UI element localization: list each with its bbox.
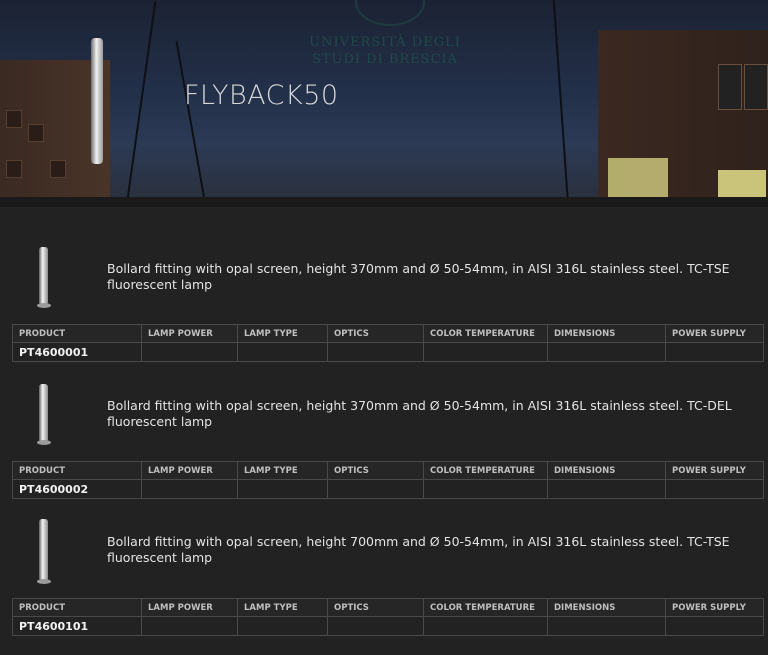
lamp-power-cell xyxy=(141,616,238,636)
lamp-type-cell xyxy=(237,616,328,636)
header-product: PRODUCT xyxy=(12,598,142,617)
lamp-type-cell xyxy=(237,479,328,499)
header-lamp-power: LAMP POWER xyxy=(141,598,238,617)
spec-table: PRODUCT LAMP POWER LAMP TYPE OPTICS COLO… xyxy=(12,598,764,636)
header-color-temperature: COLOR TEMPERATURE xyxy=(423,598,548,617)
product-thumbnail[interactable] xyxy=(12,244,79,314)
color-temperature-cell xyxy=(423,616,548,636)
university-seal xyxy=(355,0,425,26)
lamp-type-cell xyxy=(237,342,328,362)
header-lamp-type: LAMP TYPE xyxy=(237,461,328,480)
header-power-supply: POWER SUPPLY xyxy=(665,598,764,617)
header-product: PRODUCT xyxy=(12,324,142,343)
optics-cell xyxy=(327,616,424,636)
header-dimensions: DIMENSIONS xyxy=(547,324,666,343)
product-code[interactable]: PT4600001 xyxy=(12,342,142,362)
header-optics: OPTICS xyxy=(327,461,424,480)
product-description: Bollard fitting with opal screen, height… xyxy=(107,261,730,292)
product-code[interactable]: PT4600101 xyxy=(12,616,142,636)
hero-bollard-lamp xyxy=(91,38,103,164)
dimensions-cell xyxy=(547,479,666,499)
power-supply-cell xyxy=(665,342,764,362)
header-optics: OPTICS xyxy=(327,324,424,343)
header-lamp-type: LAMP TYPE xyxy=(237,598,328,617)
header-lamp-power: LAMP POWER xyxy=(141,324,238,343)
product-description: Bollard fitting with opal screen, height… xyxy=(107,534,730,565)
header-power-supply: POWER SUPPLY xyxy=(665,461,764,480)
table-row: PT4600001 xyxy=(12,342,764,362)
optics-cell xyxy=(327,479,424,499)
color-temperature-cell xyxy=(423,479,548,499)
header-color-temperature: COLOR TEMPERATURE xyxy=(423,461,548,480)
power-supply-cell xyxy=(665,479,764,499)
header-lamp-power: LAMP POWER xyxy=(141,461,238,480)
header-optics: OPTICS xyxy=(327,598,424,617)
lamp-power-cell xyxy=(141,342,238,362)
header-product: PRODUCT xyxy=(12,461,142,480)
header-dimensions: DIMENSIONS xyxy=(547,598,666,617)
dimensions-cell xyxy=(547,342,666,362)
product-thumbnail[interactable] xyxy=(12,381,79,451)
hero-banner: UNIVERSITÀ DEGLI STUDI DI BRESCIA FLYBAC… xyxy=(0,0,768,207)
optics-cell xyxy=(327,342,424,362)
dimensions-cell xyxy=(547,616,666,636)
product-code[interactable]: PT4600002 xyxy=(12,479,142,499)
power-supply-cell xyxy=(665,616,764,636)
header-color-temperature: COLOR TEMPERATURE xyxy=(423,324,548,343)
product-thumbnail[interactable] xyxy=(12,518,79,588)
header-lamp-type: LAMP TYPE xyxy=(237,324,328,343)
table-row: PT4600002 xyxy=(12,479,764,499)
product-description: Bollard fitting with opal screen, height… xyxy=(107,398,732,429)
spec-table: PRODUCT LAMP POWER LAMP TYPE OPTICS COLO… xyxy=(12,461,764,499)
header-dimensions: DIMENSIONS xyxy=(547,461,666,480)
building-right xyxy=(598,30,768,207)
header-power-supply: POWER SUPPLY xyxy=(665,324,764,343)
lamp-power-cell xyxy=(141,479,238,499)
page-title: FLYBACK50 xyxy=(184,80,339,111)
color-temperature-cell xyxy=(423,342,548,362)
spec-table: PRODUCT LAMP POWER LAMP TYPE OPTICS COLO… xyxy=(12,324,764,362)
table-row: PT4600101 xyxy=(12,616,764,636)
university-watermark: UNIVERSITÀ DEGLI STUDI DI BRESCIA xyxy=(309,35,461,67)
